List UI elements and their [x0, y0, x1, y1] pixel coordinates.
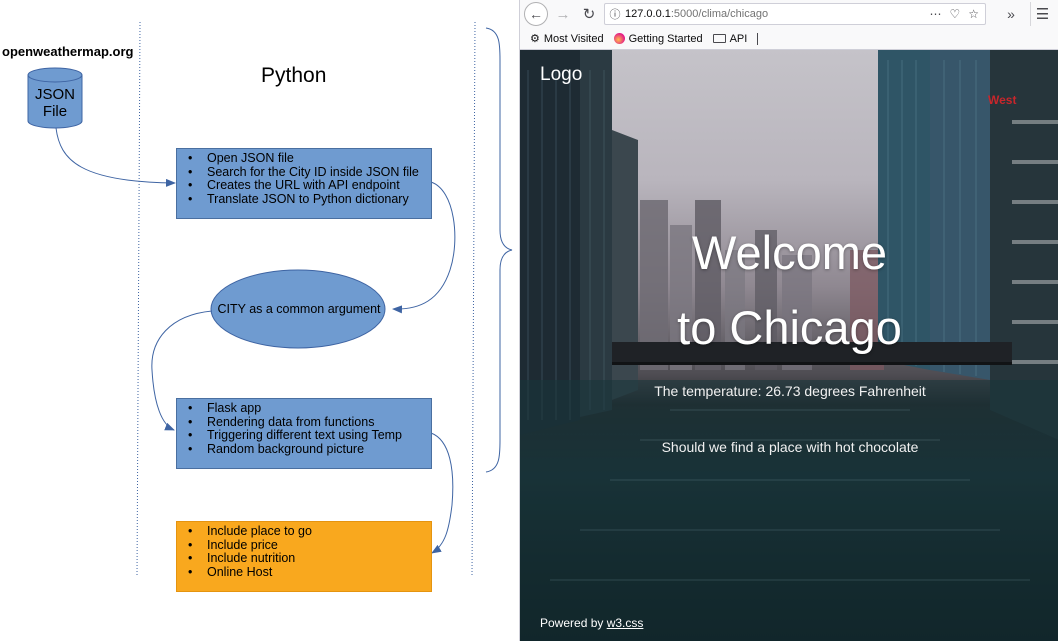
footer-prefix: Powered by: [540, 616, 607, 630]
hamburger-icon[interactable]: ☰: [1030, 2, 1054, 26]
list-item: Translate JSON to Python dictionary: [185, 192, 425, 207]
footer: Powered by w3.css: [540, 616, 643, 630]
navigation-toolbar: ← → ↻ ⓘ 127.0.0.1:5000/clima/chicago ⋯ ♡…: [520, 0, 1058, 28]
list-item: Include place to go: [185, 524, 425, 539]
list-item: Open JSON file: [185, 151, 425, 166]
bookmark-getting-started[interactable]: Getting Started: [613, 32, 703, 45]
list-item: Include price: [185, 538, 425, 553]
list-item: Search for the City ID inside JSON file: [185, 165, 425, 180]
section-title: Python: [261, 64, 327, 87]
arrow-db-to-box1: [55, 127, 176, 187]
logo[interactable]: Logo: [540, 64, 582, 86]
ellipse-label: CITY as a common argument: [217, 302, 381, 316]
bookmark-label: Getting Started: [628, 32, 703, 45]
gear-icon: ⚙: [530, 33, 540, 45]
temperature-text: The temperature: 26.73 degrees Fahrenhei…: [654, 383, 926, 399]
pocket-icon[interactable]: ♡: [949, 7, 960, 21]
bookmark-most-visited[interactable]: ⚙ Most Visited: [530, 32, 604, 46]
db-label-line1: JSON: [34, 86, 75, 103]
forward-arrow-icon[interactable]: →: [552, 2, 574, 26]
suggestion-text: Should we find a place with hot chocolat…: [661, 439, 919, 455]
browser-window: ← → ↻ ⓘ 127.0.0.1:5000/clima/chicago ⋯ ♡…: [519, 0, 1058, 641]
url-host: 127.0.0.1: [625, 8, 671, 20]
flow-diagram: openweathermap.org Python JSON File CITY…: [0, 0, 519, 641]
list-item: Online Host: [185, 565, 425, 580]
list-item: Random background picture: [185, 442, 425, 457]
separator-left: [136, 21, 141, 577]
url-path: :5000/clima/chicago: [670, 8, 769, 20]
bookmarks-toolbar: ⚙ Most Visited Getting Started API: [520, 28, 1058, 50]
list-item: Rendering data from functions: [185, 415, 425, 430]
title-line-2: to Chicago: [677, 301, 902, 354]
firefox-icon: [613, 33, 625, 44]
ellipsis-icon[interactable]: ⋯: [929, 7, 941, 21]
list-item: Include nutrition: [185, 552, 425, 566]
db-label: JSON File: [26, 86, 84, 120]
back-arrow-icon[interactable]: ←: [524, 2, 548, 26]
bookmark-label: API: [729, 32, 748, 45]
bookmarks-separator: [757, 32, 759, 45]
page-title: Welcome to Chicago: [520, 215, 1058, 365]
reload-icon[interactable]: ↻: [578, 2, 600, 26]
weather-page: West Logo Welcome to Chicago The tempera…: [520, 50, 1058, 641]
brace: [485, 27, 513, 473]
list-item: Triggering different text using Temp: [185, 429, 425, 443]
step-box-future: Include place to go Include price Includ…: [176, 521, 432, 592]
db-label-line2: File: [42, 103, 68, 120]
step-box-json: Open JSON file Search for the City ID in…: [176, 148, 432, 219]
bookmark-label: Most Visited: [543, 32, 604, 45]
url-actions: ⋯ ♡ ☆: [929, 7, 985, 21]
step-box-flask: Flask app Rendering data from functions …: [176, 398, 432, 469]
list-item: Creates the URL with API endpoint: [185, 179, 425, 193]
double-chevron-icon[interactable]: »: [1000, 2, 1022, 26]
arrow-box2-to-box3: [430, 432, 454, 554]
folder-icon: [712, 34, 726, 43]
star-icon[interactable]: ☆: [968, 7, 979, 21]
w3css-link[interactable]: w3.css: [607, 616, 644, 630]
url-bar[interactable]: ⓘ 127.0.0.1:5000/clima/chicago ⋯ ♡ ☆: [604, 3, 986, 25]
svg-text:West: West: [988, 93, 1016, 107]
list-item: Flask app: [185, 401, 425, 416]
bookmark-api[interactable]: API: [712, 32, 748, 45]
title-line-1: Welcome: [691, 226, 888, 279]
info-icon[interactable]: ⓘ: [605, 6, 625, 22]
source-label: openweathermap.org: [2, 44, 134, 59]
separator-right: [471, 21, 476, 577]
